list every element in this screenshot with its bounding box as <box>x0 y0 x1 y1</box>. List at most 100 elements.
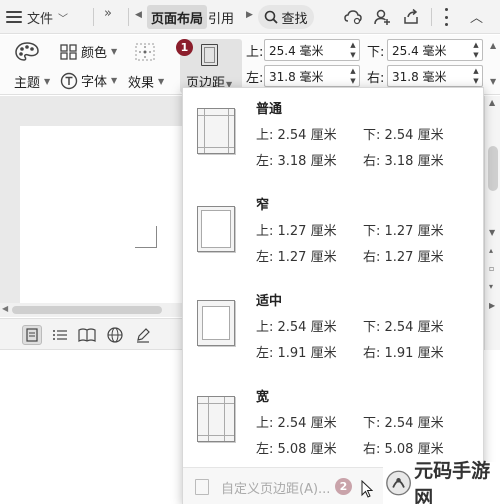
theme-menu[interactable]: 主题 ▼ <box>14 72 50 91</box>
document-page[interactable] <box>20 126 190 316</box>
margin-preset-narrow[interactable]: 窄 上: 1.27 厘米 下: 1.27 厘米 左: 1.27 厘米 右: 1.… <box>183 184 485 276</box>
scroll-up-icon[interactable]: ▲ <box>489 98 495 107</box>
font-button[interactable]: 字体 ▼ <box>60 71 117 90</box>
scrollbar-thumb[interactable] <box>12 306 162 314</box>
right-margin-input[interactable]: 31.8 毫米 ▲ ▼ <box>387 65 483 87</box>
theme-label: 主题 <box>14 76 41 91</box>
spinner-icon[interactable]: ▲ ▼ <box>349 41 357 59</box>
preset-top: 上: 1.27 厘米 <box>256 224 337 239</box>
preset-right: 右: 1.91 厘米 <box>363 346 444 361</box>
chevron-down-icon: ﹀ <box>58 13 69 25</box>
color-button[interactable]: 颜色 ▼ <box>60 42 117 61</box>
color-grid-icon <box>60 43 77 60</box>
font-label: 字体 <box>81 75 108 90</box>
document-canvas <box>0 96 190 332</box>
scroll-down-icon[interactable]: ▼ <box>489 228 495 237</box>
preset-right: 右: 5.08 厘米 <box>363 442 444 457</box>
outline-view-icon[interactable] <box>50 325 70 345</box>
scrollbar-thumb[interactable] <box>488 146 498 191</box>
web-layout-icon[interactable] <box>105 325 125 345</box>
margins-dropdown: 普通 上: 2.54 厘米 下: 2.54 厘米 左: 3.18 厘米 右: 3… <box>182 87 485 504</box>
bottom-margin-input[interactable]: 25.4 毫米 ▲ ▼ <box>387 39 483 61</box>
tab-bar: 文件 ﹀ » ◀ 页面布局 引用 ▶ 查找 ︿ <box>0 0 500 34</box>
file-menu-label: 文件 <box>27 11 54 27</box>
preset-normal-thumbnail <box>197 108 235 154</box>
collapse-ribbon-icon[interactable]: ︿ <box>470 7 483 26</box>
top-margin-value: 25.4 毫米 <box>269 43 324 58</box>
font-icon <box>60 72 78 89</box>
preset-left: 左: 3.18 厘米 <box>256 154 337 169</box>
left-margin-input[interactable]: 31.8 毫米 ▲ ▼ <box>264 65 360 87</box>
spinner-icon[interactable]: ▲ ▼ <box>472 41 480 59</box>
left-margin-value: 31.8 毫米 <box>269 69 324 84</box>
page-view-icon[interactable] <box>22 325 42 345</box>
theme-button[interactable] <box>14 41 40 63</box>
custom-margins-icon <box>195 479 209 495</box>
tab-scroll-left-icon[interactable]: ◀ <box>135 10 142 20</box>
preset-bottom: 下: 1.27 厘米 <box>363 224 444 239</box>
margin-preset-wide[interactable]: 宽 上: 2.54 厘米 下: 2.54 厘米 左: 5.08 厘米 右: 5.… <box>183 376 485 468</box>
preset-top: 上: 2.54 厘米 <box>256 320 337 335</box>
margin-preset-normal[interactable]: 普通 上: 2.54 厘米 下: 2.54 厘米 左: 3.18 厘米 右: 3… <box>183 88 485 180</box>
scroll-up-icon[interactable]: ▲ <box>490 41 496 50</box>
hamburger-icon <box>6 11 22 23</box>
preset-moderate-thumbnail <box>197 300 235 346</box>
effect-icon-button[interactable] <box>135 43 155 61</box>
preset-right: 右: 3.18 厘米 <box>363 154 444 169</box>
preset-name: 宽 <box>256 390 270 405</box>
watermark: 元码手游网 <box>383 460 500 504</box>
effect-menu[interactable]: 效果 ▼ <box>128 72 164 91</box>
preset-top: 上: 2.54 厘米 <box>256 416 337 431</box>
tab-scroll-right-icon[interactable]: ▶ <box>246 10 253 20</box>
user-add-icon[interactable] <box>372 7 392 27</box>
preset-narrow-thumbnail <box>197 206 235 252</box>
preset-bottom: 下: 2.54 厘米 <box>363 416 444 431</box>
tab-page-layout[interactable]: 页面布局 <box>147 5 208 29</box>
palette-icon <box>15 42 39 61</box>
margin-preset-moderate[interactable]: 适中 上: 2.54 厘米 下: 2.54 厘米 左: 1.91 厘米 右: 1… <box>183 280 485 372</box>
chevron-down-icon: ▼ <box>158 77 165 86</box>
left-margin-label: 左: <box>246 71 264 86</box>
step-badge-2: 2 <box>335 478 352 495</box>
tab-references[interactable]: 引用 <box>208 5 234 29</box>
watermark-logo-icon <box>386 470 411 496</box>
top-margin-input[interactable]: 25.4 毫米 ▲ ▼ <box>264 39 360 61</box>
cloud-sync-icon[interactable] <box>343 7 363 27</box>
mouse-cursor-icon <box>361 480 373 498</box>
more-tabs-icon[interactable]: » <box>104 6 112 21</box>
step-badge-1: 1 <box>176 39 193 56</box>
page-icon[interactable]: ▫ <box>489 264 494 273</box>
right-margin-label: 右: <box>367 71 385 86</box>
preset-bottom: 下: 2.54 厘米 <box>363 320 444 335</box>
share-icon[interactable] <box>401 7 421 27</box>
file-menu-button[interactable]: 文件 ﹀ <box>6 4 68 30</box>
scroll-right-icon[interactable]: ▶ <box>489 301 495 310</box>
bottom-margin-label: 下: <box>367 45 385 60</box>
preset-bottom: 下: 2.54 厘米 <box>363 128 444 143</box>
margin-corner-mark <box>135 226 157 248</box>
reading-mode-icon[interactable] <box>77 325 97 345</box>
spinner-icon[interactable]: ▲ ▼ <box>349 67 357 85</box>
bottom-margin-value: 25.4 毫米 <box>392 43 447 58</box>
effect-label: 效果 <box>128 76 155 91</box>
scroll-down-icon[interactable]: ▼ <box>490 77 496 86</box>
find-label: 查找 <box>281 11 308 27</box>
spinner-icon[interactable]: ▲ ▼ <box>472 67 480 85</box>
preset-right: 右: 1.27 厘米 <box>363 250 444 265</box>
vertical-scrollbar[interactable]: ▲ ▼ ▴ ▫ ▾ ▶ <box>484 96 500 350</box>
find-button[interactable]: 查找 <box>258 5 314 29</box>
ribbon-scroll[interactable]: ▲ ▼ <box>489 37 499 93</box>
pen-icon[interactable] <box>133 325 153 345</box>
ribbon: 主题 ▼ 颜色 ▼ 字体 ▼ 效果 ▼ 页边距▼ 1 上: 25.4 毫米 ▲ … <box>0 35 500 95</box>
more-options-icon[interactable] <box>444 8 448 26</box>
chevron-down-icon: ▼ <box>111 47 118 56</box>
prev-page-icon[interactable]: ▴ <box>489 246 493 255</box>
chevron-down-icon: ▼ <box>44 77 51 86</box>
preset-left: 左: 1.91 厘米 <box>256 346 337 361</box>
next-page-icon[interactable]: ▾ <box>489 282 493 291</box>
page-margins-icon <box>201 44 218 66</box>
status-bar <box>0 318 190 350</box>
scroll-left-icon[interactable]: ◀ <box>2 304 8 313</box>
horizontal-scrollbar[interactable]: ◀ <box>0 303 190 317</box>
preset-left: 左: 5.08 厘米 <box>256 442 337 457</box>
